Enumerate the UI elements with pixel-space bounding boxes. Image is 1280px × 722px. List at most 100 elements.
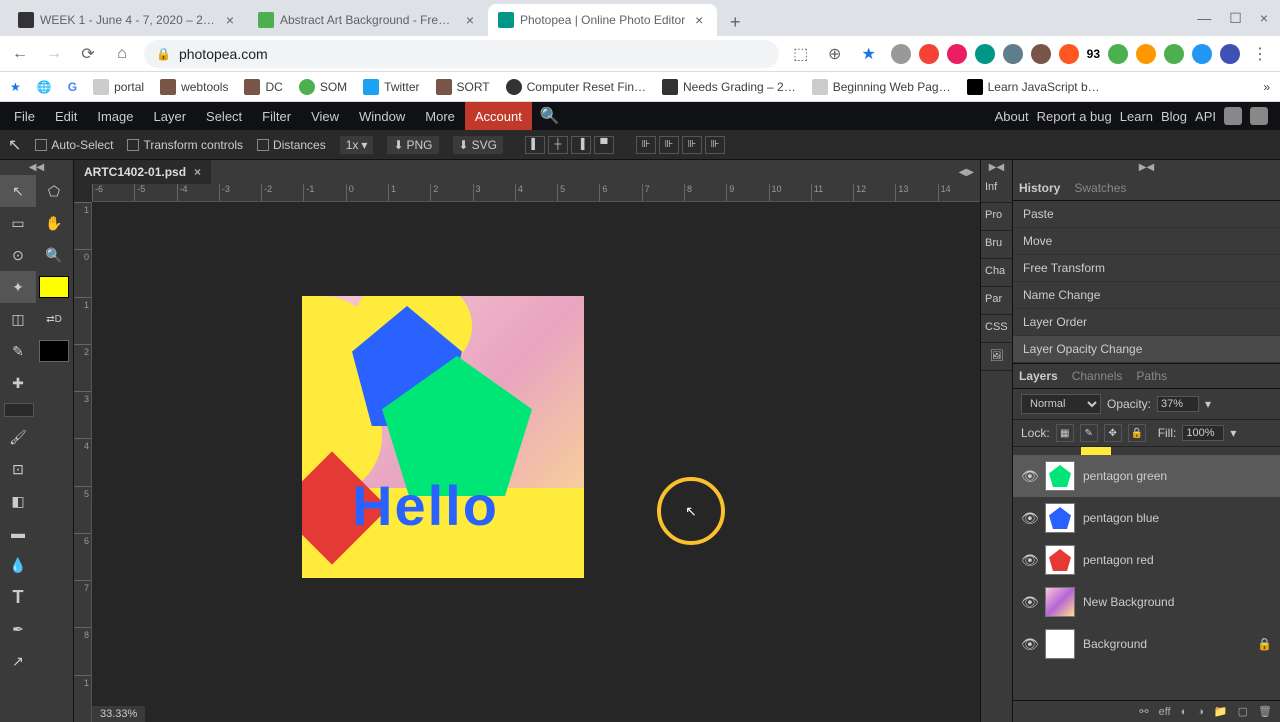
info-panel-tab[interactable]: Inf: [981, 175, 1012, 203]
menu-select[interactable]: Select: [196, 102, 252, 130]
layer-row[interactable]: 👁 pentagon green: [1013, 455, 1280, 497]
new-tab-button[interactable]: +: [721, 8, 749, 36]
magic-wand-tool[interactable]: ✦: [0, 271, 36, 303]
add-icon[interactable]: ⊕: [823, 42, 847, 66]
browser-tab-0[interactable]: WEEK 1 - June 4 - 7, 2020 – 202… ×: [8, 4, 248, 36]
visibility-icon[interactable]: 👁: [1021, 468, 1037, 485]
history-item[interactable]: Move: [1013, 228, 1280, 255]
link-layers-button[interactable]: ⚯: [1139, 705, 1148, 718]
facebook-icon[interactable]: [1250, 107, 1268, 125]
properties-panel-tab[interactable]: Pro: [981, 203, 1012, 231]
layer-row[interactable]: 👁 pentagon red: [1013, 539, 1280, 581]
minimize-button[interactable]: —: [1197, 10, 1211, 26]
swap-colors[interactable]: ⇄ D: [36, 303, 72, 335]
menu-image[interactable]: Image: [87, 102, 143, 130]
align-right-button[interactable]: ▐: [571, 136, 591, 154]
layer-effects-button[interactable]: eff: [1159, 706, 1171, 718]
ext-icon[interactable]: [1031, 44, 1051, 64]
star-icon[interactable]: ★: [10, 80, 21, 94]
export-png-button[interactable]: ⬇ PNG: [387, 136, 438, 154]
visibility-icon[interactable]: 👁: [1021, 510, 1037, 527]
ext-icon[interactable]: [1192, 44, 1212, 64]
marquee-tool[interactable]: ▭: [0, 207, 36, 239]
bookmark-item[interactable]: Learn JavaScript b…: [967, 79, 1100, 95]
lock-pixels-button[interactable]: ✎: [1080, 424, 1098, 442]
ext-icon[interactable]: [1108, 44, 1128, 64]
browser-tab-2[interactable]: Photopea | Online Photo Editor ×: [488, 4, 717, 36]
document-tab[interactable]: ARTC1402-01.psd ×: [74, 160, 211, 184]
menu-edit[interactable]: Edit: [45, 102, 87, 130]
canvas-viewport[interactable]: Hello ↖ 33.33%: [92, 202, 980, 722]
forward-button[interactable]: →: [42, 42, 66, 66]
brush-tool[interactable]: 🖌: [0, 421, 36, 453]
ext-icon[interactable]: [1164, 44, 1184, 64]
menu-learn[interactable]: Learn: [1120, 109, 1153, 124]
pen-tool[interactable]: ✒: [0, 613, 36, 645]
align-center-h-button[interactable]: ┼: [548, 136, 568, 154]
panel-toggle-icon[interactable]: ▶◀: [1013, 160, 1280, 175]
menu-api[interactable]: API: [1195, 109, 1216, 124]
bookmark-item[interactable]: SOM: [299, 79, 347, 95]
twitter-icon[interactable]: [1224, 107, 1242, 125]
history-item[interactable]: Layer Opacity Change: [1013, 336, 1280, 363]
visibility-icon[interactable]: 👁: [1021, 636, 1037, 653]
adjustment-layer-button[interactable]: ◑: [1197, 706, 1204, 718]
gradient-tool[interactable]: ▬: [0, 517, 36, 549]
google-icon[interactable]: G: [68, 80, 77, 94]
zoom-tool[interactable]: 🔍: [36, 239, 72, 271]
distribute-button[interactable]: ⊪: [636, 136, 656, 154]
layer-mask-button[interactable]: ◐: [1181, 706, 1188, 718]
bookmark-item[interactable]: Twitter: [363, 79, 419, 95]
lock-all-button[interactable]: 🔒: [1128, 424, 1146, 442]
align-top-button[interactable]: ▀: [594, 136, 614, 154]
image-panel-tab[interactable]: 🖼: [981, 343, 1012, 371]
globe-icon[interactable]: 🌐: [37, 80, 52, 94]
menu-icon[interactable]: ⋮: [1248, 42, 1272, 66]
crop-tool[interactable]: ◫: [0, 303, 36, 335]
menu-account[interactable]: Account: [465, 102, 532, 130]
search-icon[interactable]: 🔍: [532, 106, 568, 126]
bookmark-item[interactable]: portal: [93, 79, 144, 95]
transform-controls-checkbox[interactable]: Transform controls: [127, 138, 243, 152]
panel-toggle-icon[interactable]: ▶◀: [981, 160, 1012, 175]
bookmark-item[interactable]: DC: [244, 79, 282, 95]
auto-select-checkbox[interactable]: Auto-Select: [35, 138, 113, 152]
maximize-button[interactable]: ☐: [1229, 10, 1242, 27]
blend-mode-select[interactable]: Normal: [1021, 394, 1101, 414]
menu-more[interactable]: More: [415, 102, 465, 130]
move-tool[interactable]: ↖: [0, 175, 36, 207]
channels-tab[interactable]: Channels: [1072, 369, 1123, 383]
menu-layer[interactable]: Layer: [144, 102, 197, 130]
close-icon[interactable]: ×: [194, 165, 201, 179]
color-fg[interactable]: [36, 271, 72, 303]
clone-tool[interactable]: ⊡: [0, 453, 36, 485]
bookmark-item[interactable]: Needs Grading – 2…: [662, 79, 796, 95]
shape-select-tool[interactable]: ⬠: [36, 175, 72, 207]
ext-icon[interactable]: [975, 44, 995, 64]
menu-report[interactable]: Report a bug: [1037, 109, 1112, 124]
ext-icon[interactable]: [1136, 44, 1156, 64]
layer-row[interactable]: 👁 New Background: [1013, 581, 1280, 623]
eyedropper-tool[interactable]: ✎: [0, 335, 36, 367]
ext-icon[interactable]: [891, 44, 911, 64]
close-icon[interactable]: ×: [691, 12, 707, 28]
close-icon[interactable]: ×: [222, 12, 238, 28]
healing-tool[interactable]: ✚: [0, 367, 36, 399]
history-item[interactable]: Free Transform: [1013, 255, 1280, 282]
menu-blog[interactable]: Blog: [1161, 109, 1187, 124]
gradient-empty[interactable]: [4, 403, 34, 417]
delete-layer-button[interactable]: 🗑: [1258, 705, 1272, 718]
ext-icon[interactable]: [919, 44, 939, 64]
type-tool[interactable]: T: [0, 581, 36, 613]
dropdown-icon[interactable]: ▾: [1230, 426, 1236, 440]
paths-tab[interactable]: Paths: [1136, 369, 1167, 383]
star-icon[interactable]: ★: [857, 42, 881, 66]
lasso-tool[interactable]: ⊙: [0, 239, 36, 271]
lock-position-button[interactable]: ✥: [1104, 424, 1122, 442]
zoom-select[interactable]: 1x ▾: [340, 136, 374, 154]
opacity-input[interactable]: [1157, 396, 1199, 412]
visibility-icon[interactable]: 👁: [1021, 552, 1037, 569]
layer-row[interactable]: 👁 pentagon blue: [1013, 497, 1280, 539]
folder-button[interactable]: 📁: [1214, 705, 1228, 718]
distribute-button[interactable]: ⊪: [682, 136, 702, 154]
